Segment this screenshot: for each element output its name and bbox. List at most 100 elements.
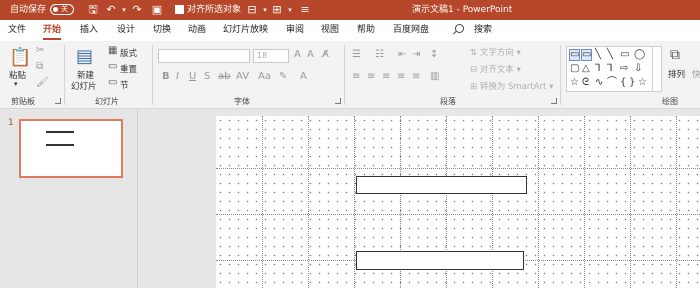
slide-thumbnail[interactable] (19, 119, 123, 178)
line-shape-icon[interactable]: ╲ (595, 50, 601, 60)
slide-textbox-top[interactable] (356, 176, 527, 194)
decrease-font-icon[interactable]: A (307, 49, 314, 60)
char-spacing-icon[interactable]: AV (236, 71, 249, 82)
tab-file[interactable]: 文件 (8, 20, 26, 41)
tab-animations[interactable]: 动画 (188, 20, 206, 41)
cut-icon[interactable]: ✂ (36, 45, 44, 56)
arrange-button[interactable]: 排列 (668, 68, 685, 80)
shadow-icon[interactable]: S (204, 71, 210, 82)
reset-button[interactable]: 重置 (120, 63, 137, 75)
arc-shape-icon[interactable]: ⌒ (607, 78, 617, 88)
highlight-icon[interactable]: ✎ (279, 71, 287, 82)
save-icon[interactable]: 🖫 (86, 0, 100, 20)
search-label[interactable]: 搜索 (474, 20, 492, 41)
right-arrow-shape-icon[interactable]: ⇨ (620, 64, 628, 74)
tab-review[interactable]: 审阅 (286, 20, 304, 41)
redo-icon[interactable]: ↷ (130, 0, 144, 20)
copy-icon[interactable]: ⧉ (36, 61, 43, 72)
new-slide-label-2[interactable]: 幻灯片 (71, 80, 97, 92)
align-center-icon[interactable]: ≡ (367, 71, 375, 82)
layout-icon[interactable]: ▦ (108, 45, 117, 56)
italic-icon[interactable]: I (176, 71, 179, 82)
tab-insert[interactable]: 插入 (80, 20, 98, 41)
autosave-label: 自动保存 (10, 5, 47, 15)
smartart-icon: ⊞ (470, 82, 480, 92)
arrow-shape-icon[interactable]: ╲ (607, 50, 613, 60)
down-arrow-shape-icon[interactable]: ⇩ (634, 64, 642, 74)
text-direction-button[interactable]: ⇅ 文字方向 ▾ (470, 46, 521, 58)
start-slideshow-icon[interactable]: ▣ (150, 0, 164, 20)
clipboard-launcher-icon[interactable] (55, 98, 61, 104)
undo-icon[interactable]: ↶ (104, 0, 118, 20)
strikethrough-icon[interactable]: ab (218, 71, 230, 82)
slide-textbox-bottom[interactable] (356, 251, 524, 270)
increase-indent-icon[interactable]: ⇥ (412, 49, 420, 60)
tab-help[interactable]: 帮助 (357, 20, 375, 41)
new-slide-icon[interactable]: ▤ (76, 46, 93, 67)
font-launcher-icon[interactable] (335, 98, 341, 104)
oval-shape-icon[interactable]: ◯ (634, 50, 645, 60)
format-painter-icon[interactable]: 🖌 (36, 77, 49, 88)
elbow-arrow-shape-icon[interactable]: ⅂ (607, 64, 613, 74)
undo-dropdown-icon[interactable]: ▾ (117, 0, 131, 20)
paste-dropdown-icon[interactable]: ▾ (14, 80, 18, 88)
left-brace-shape-icon[interactable]: { (620, 78, 626, 88)
rectangle-shape-icon[interactable]: ▭ (620, 50, 629, 60)
tab-design[interactable]: 设计 (117, 20, 135, 41)
search-icon[interactable] (455, 24, 464, 33)
paste-icon[interactable]: 📋 (9, 47, 31, 68)
align-text-button[interactable]: ⊟ 对齐文本 ▾ (470, 63, 521, 75)
layout-button[interactable]: 版式 (120, 47, 137, 59)
section-icon[interactable]: ▭ (108, 77, 117, 88)
font-name-input[interactable] (158, 49, 250, 63)
align-text-icon: ⊟ (470, 65, 480, 75)
distributed-icon[interactable]: ≡ (412, 71, 420, 82)
align-right-icon[interactable]: ≡ (382, 71, 390, 82)
bold-icon[interactable]: B (162, 71, 170, 82)
grid-dropdown-icon[interactable]: ▾ (283, 0, 297, 20)
star-shape-icon[interactable]: ☆ (570, 78, 579, 88)
clear-formatting-icon[interactable]: A̸ (322, 49, 329, 60)
right-brace-shape-icon[interactable]: } (629, 78, 635, 88)
vertical-textbox-shape-icon[interactable]: ▭ (580, 49, 593, 61)
elbow-connector-shape-icon[interactable]: ⅂ (595, 64, 601, 74)
star-outline-shape-icon[interactable]: ☆ (638, 78, 647, 88)
customize-toolbar-icon[interactable]: ≡ (298, 0, 312, 20)
font-color-icon[interactable]: A (300, 71, 307, 82)
section-button[interactable]: 节 (120, 79, 129, 91)
columns-icon[interactable]: ▥ (430, 71, 439, 82)
shapes-gallery-scroll[interactable] (652, 46, 662, 92)
group-separator (560, 45, 561, 105)
justify-icon[interactable]: ≡ (397, 71, 405, 82)
tab-view[interactable]: 视图 (321, 20, 339, 41)
reset-icon[interactable]: ▭ (108, 61, 117, 72)
tab-slideshow[interactable]: 幻灯片放映 (223, 20, 268, 41)
quick-styles-button[interactable]: 快 (692, 68, 700, 80)
tab-home[interactable]: 开始 (43, 20, 62, 41)
grid-icon[interactable]: ⊞ (270, 0, 284, 20)
rounded-rectangle-shape-icon[interactable]: ▢ (570, 64, 579, 74)
increase-font-icon[interactable]: A (294, 49, 301, 60)
font-size-input[interactable]: 18 (253, 49, 289, 63)
tab-baidu-netdisk[interactable]: 百度网盘 (393, 20, 429, 41)
align-checkbox[interactable] (175, 5, 184, 14)
change-case-icon[interactable]: Aa (258, 71, 271, 82)
autosave-toggle[interactable]: 关 (50, 4, 74, 15)
curve-shape-icon[interactable]: ∿ (595, 78, 603, 88)
line-spacing-icon[interactable]: ↕ (430, 49, 438, 60)
smartart-button[interactable]: ⊞ 转换为 SmartArt ▾ (470, 80, 553, 92)
numbering-icon[interactable]: ☷ (375, 49, 384, 60)
triangle-shape-icon[interactable]: △ (582, 64, 590, 74)
underline-icon[interactable]: U (189, 71, 196, 82)
textbox-shape-icon[interactable]: ▭ (568, 49, 581, 61)
tab-transitions[interactable]: 切换 (153, 20, 171, 41)
arrange-icon[interactable]: ⧉ (670, 47, 680, 63)
paragraph-launcher-icon[interactable] (551, 98, 557, 104)
shapes-gallery[interactable]: ▭ ▭ ╲ ╲ ▭ ◯ ▢ △ ⅂ ⅂ ⇨ ⇩ ☆ ᘓ ∿ ⌒ { } ☆ (566, 46, 662, 92)
decrease-indent-icon[interactable]: ⇤ (398, 49, 406, 60)
distribute-icon[interactable]: ⊟ (245, 0, 259, 20)
bullets-icon[interactable]: ☰ (352, 49, 361, 60)
align-left-icon[interactable]: ≡ (352, 71, 360, 82)
drawing-group-label: 绘图 (662, 97, 678, 106)
freeform-shape-icon[interactable]: ᘓ (582, 78, 589, 88)
